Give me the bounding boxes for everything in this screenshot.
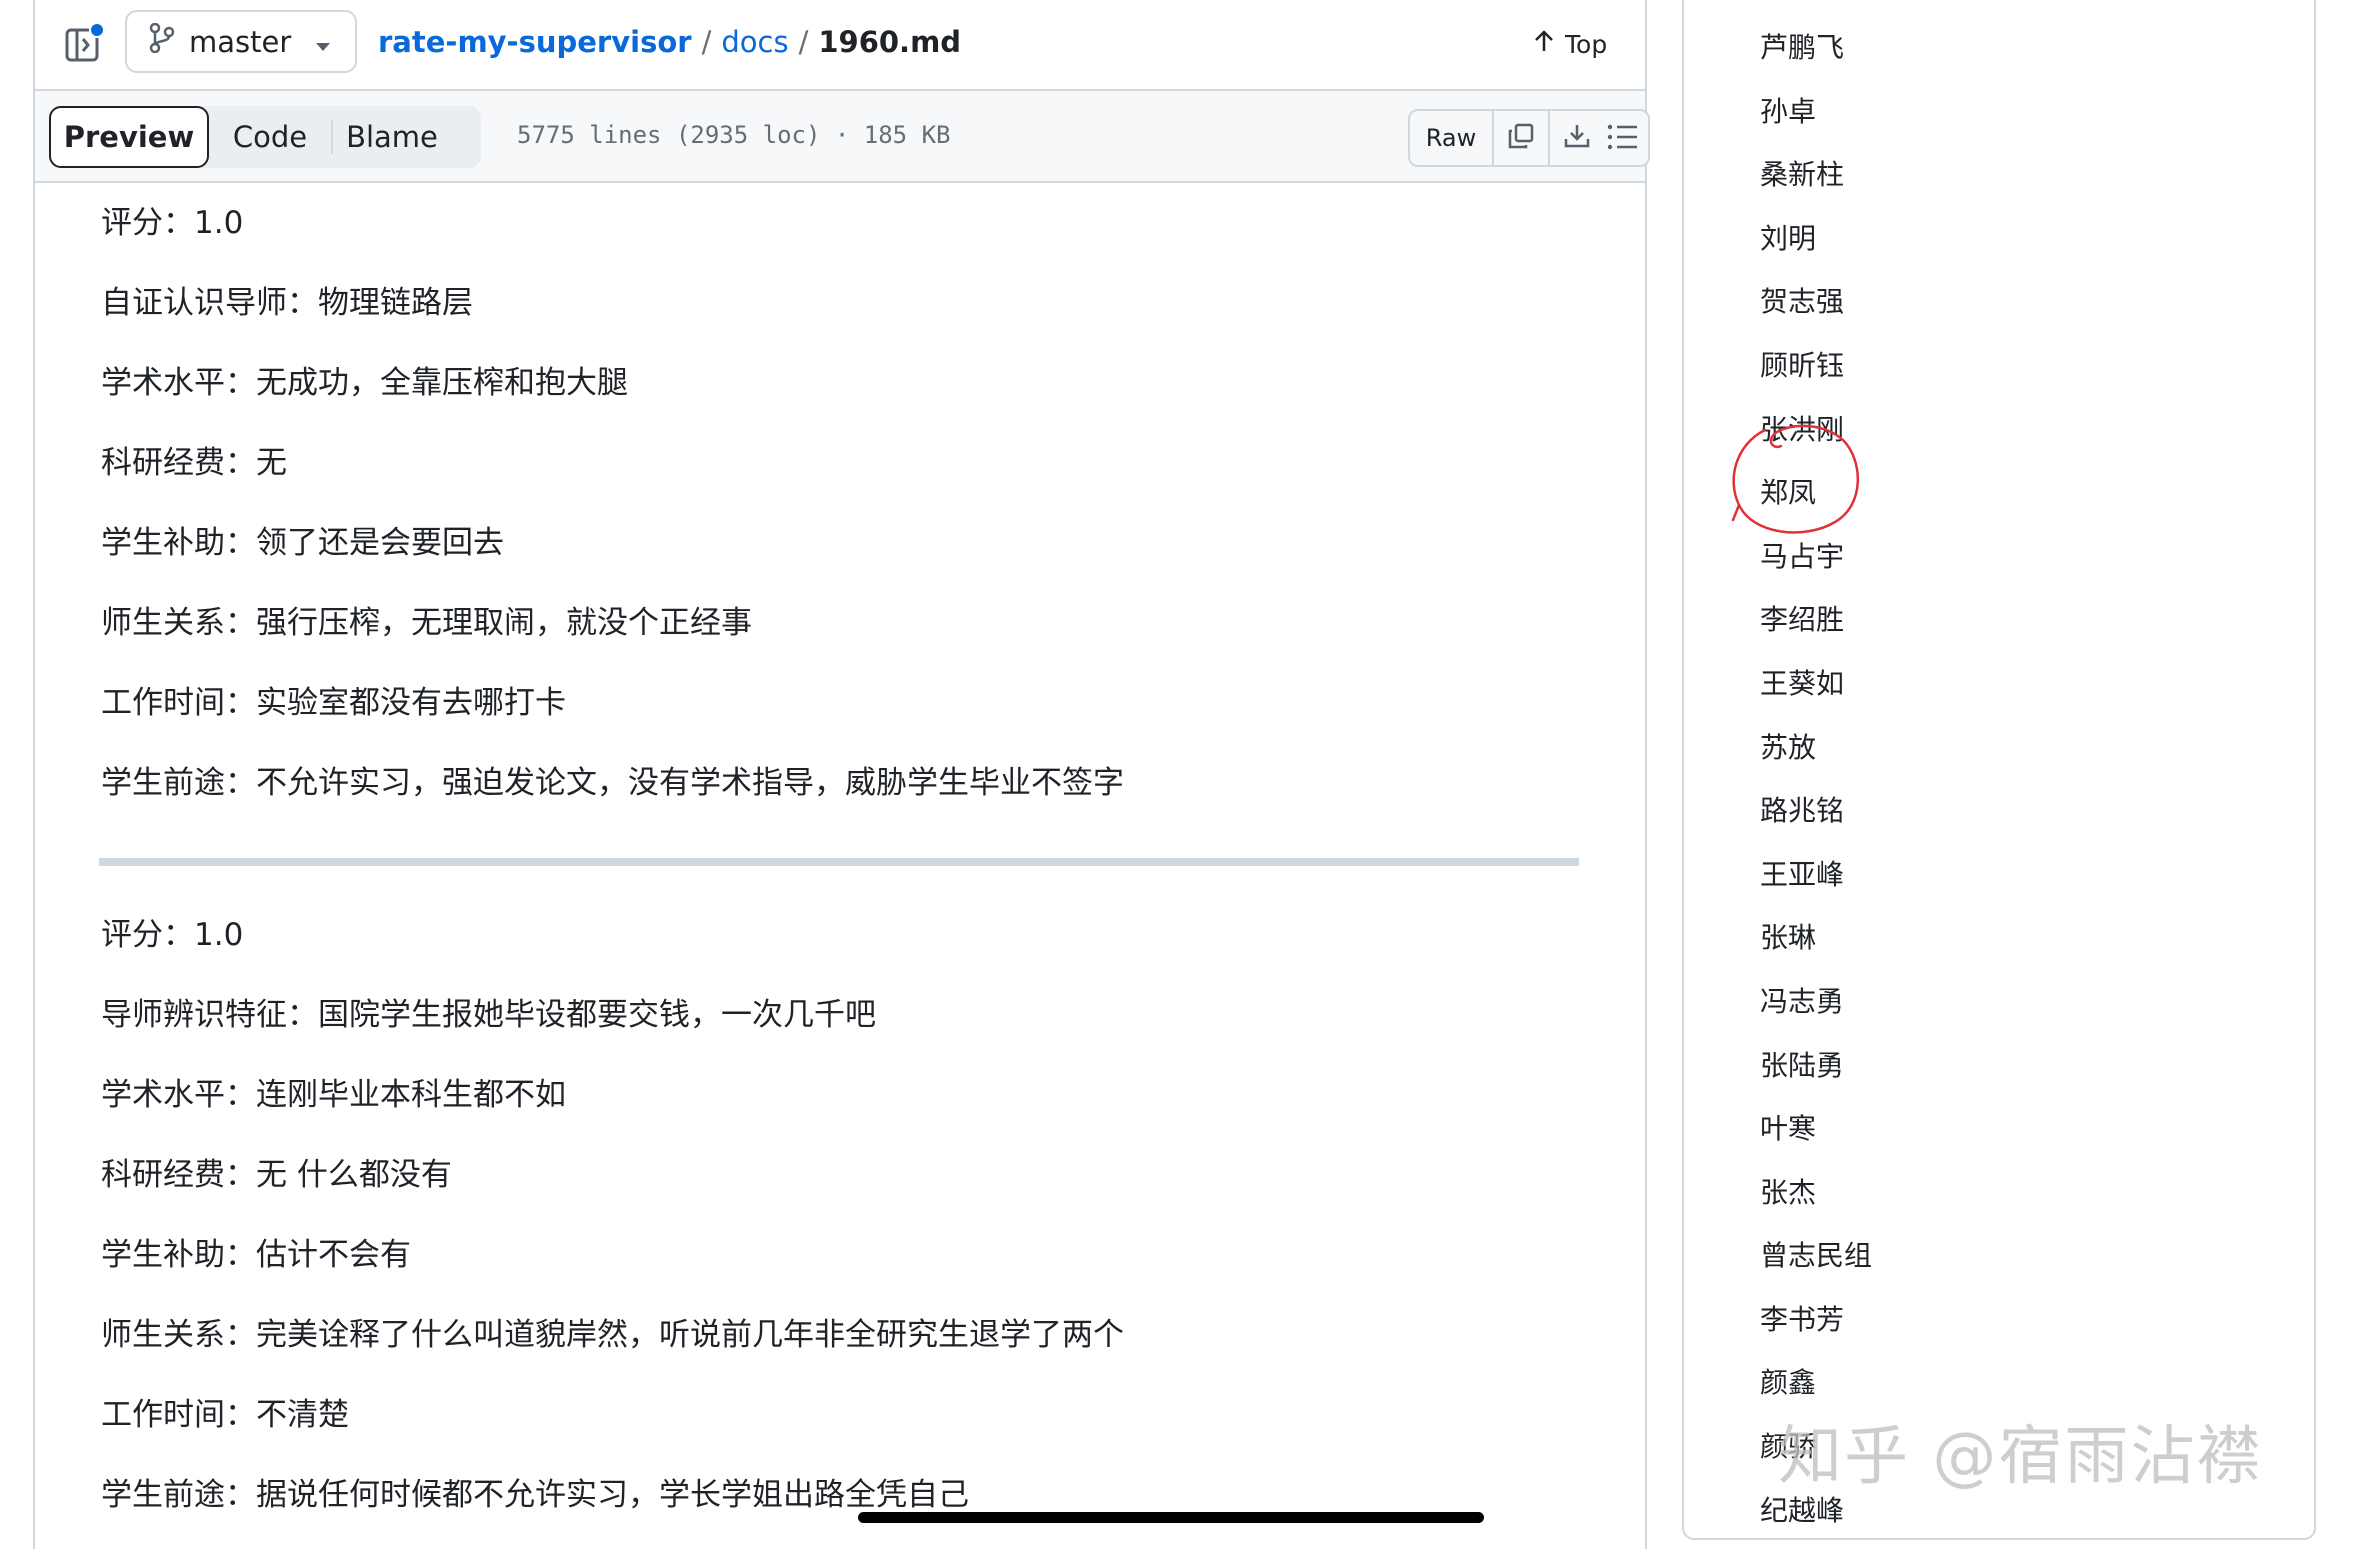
outline-item[interactable]: 桑新柱 [1760,155,1872,219]
review-line: 学术水平：无成功，全靠压榨和抱大腿 [101,365,628,401]
markdown-preview: 评分：1.0 自证认识导师：物理链路层 学术水平：无成功，全靠压榨和抱大腿 科研… [35,183,1645,1549]
review-entry: 评分：1.0 导师辨识特征：国院学生报她毕设都要交钱，一次几千吧 学术水平：连刚… [101,913,1124,1553]
back-to-top-button[interactable]: Top [1533,22,1607,66]
git-branch-icon [149,22,175,60]
download-icon [1563,122,1591,154]
review-line: 学术水平：连刚毕业本科生都不如 [101,1077,566,1113]
file-viewer-panel: master rate-my-supervisor / docs / 1960.md T… [33,0,1650,1549]
outline-toggle-button[interactable] [1605,119,1641,155]
outline-item[interactable]: 李绍胜 [1760,600,1872,664]
review-line: 评分：1.0 [101,917,244,953]
tab-preview[interactable]: Preview [49,106,209,168]
outline-item[interactable]: 王葵如 [1760,664,1872,728]
outline-item[interactable]: 苏放 [1760,728,1872,792]
file-info: 5775 lines (2935 loc) · 185 KB [517,121,951,149]
outline-sidebar: 芦鹏飞 孙卓 桑新柱 刘明 贺志强 顾昕钰 张洪刚 郑凤 马占宇 李绍胜 王葵如… [1682,0,2316,1540]
top-label: Top [1565,29,1608,59]
review-line: 师生关系：强行压榨，无理取闹，就没个正经事 [101,605,752,641]
tab-code[interactable]: Code [209,106,331,168]
breadcrumb-current-file: 1960.md [818,25,962,59]
outline-item[interactable]: 王亚峰 [1760,855,1872,919]
outline-item[interactable]: 纪越峰 [1760,1491,1872,1554]
outline-item[interactable]: 芦鹏飞 [1760,28,1872,92]
file-toolbar: Preview Code Blame 5775 lines (2935 loc)… [35,91,1650,183]
file-header: master rate-my-supervisor / docs / 1960.md T… [35,0,1645,91]
copy-icon [1507,122,1535,154]
breadcrumb-separator: / [701,25,712,59]
breadcrumb-repo-link[interactable]: rate-my-supervisor [378,25,692,59]
outline-item[interactable]: 郑凤 [1760,473,1872,537]
review-line: 工作时间：实验室都没有去哪打卡 [101,685,566,721]
branch-selector-button[interactable]: master [125,10,357,73]
watermark: 知乎 @宿雨沾襟 [1778,1420,2263,1494]
review-line: 评分：1.0 [101,205,244,241]
breadcrumb-folder-link[interactable]: docs [721,25,788,59]
review-line: 科研经费：无 [101,445,287,481]
horizontal-rule [99,858,1579,866]
copy-button[interactable] [1494,111,1550,165]
outline-item[interactable]: 刘明 [1760,219,1872,283]
breadcrumb-separator: / [798,25,809,59]
breadcrumb: rate-my-supervisor / docs / 1960.md [378,20,961,64]
home-indicator[interactable] [858,1512,1484,1523]
outline-item[interactable]: 马占宇 [1760,537,1872,601]
review-line: 师生关系：完美诠释了什么叫道貌岸然，听说前几年非全研究生退学了两个 [101,1317,1124,1353]
outline-list: 芦鹏飞 孙卓 桑新柱 刘明 贺志强 顾昕钰 张洪刚 郑凤 马占宇 李绍胜 王葵如… [1760,28,1872,1554]
raw-button[interactable]: Raw [1410,111,1494,165]
outline-item[interactable]: 张杰 [1760,1173,1872,1237]
review-line: 自证认识导师：物理链路层 [101,285,473,321]
outline-item[interactable]: 冯志勇 [1760,982,1872,1046]
outline-item[interactable]: 张洪刚 [1760,410,1872,474]
branch-name: master [189,24,292,59]
outline-item[interactable]: 张琳 [1760,918,1872,982]
outline-item[interactable]: 曾志民组 [1760,1236,1872,1300]
review-line: 工作时间：不清楚 [101,1397,349,1433]
caret-down-icon [315,25,331,59]
review-line: 学生补助：估计不会有 [101,1237,411,1273]
tab-blame[interactable]: Blame [331,120,451,154]
download-button[interactable] [1550,111,1604,165]
outline-item[interactable]: 贺志强 [1760,282,1872,346]
review-line: 学生前途：不允许实习，强迫发论文，没有学术指导，威胁学生毕业不签字 [101,765,1124,801]
outline-item[interactable]: 李书芳 [1760,1300,1872,1364]
outline-item[interactable]: 顾昕钰 [1760,346,1872,410]
list-unordered-icon [1605,124,1641,159]
review-line: 学生补助：领了还是会要回去 [101,525,504,561]
arrow-up-icon [1533,29,1555,59]
outline-item[interactable]: 叶寒 [1760,1109,1872,1173]
review-entry: 评分：1.0 自证认识导师：物理链路层 学术水平：无成功，全靠压榨和抱大腿 科研… [101,201,1124,841]
review-line: 科研经费：无 什么都没有 [101,1157,452,1193]
outline-item[interactable]: 孙卓 [1760,92,1872,156]
view-mode-tabs: Preview Code Blame [49,106,481,168]
outline-item[interactable]: 张陆勇 [1760,1046,1872,1110]
outline-item[interactable]: 路兆铭 [1760,791,1872,855]
review-line: 导师辨识特征：国院学生报她毕设都要交钱，一次几千吧 [101,997,876,1033]
sidebar-toggle-icon[interactable] [63,22,107,66]
